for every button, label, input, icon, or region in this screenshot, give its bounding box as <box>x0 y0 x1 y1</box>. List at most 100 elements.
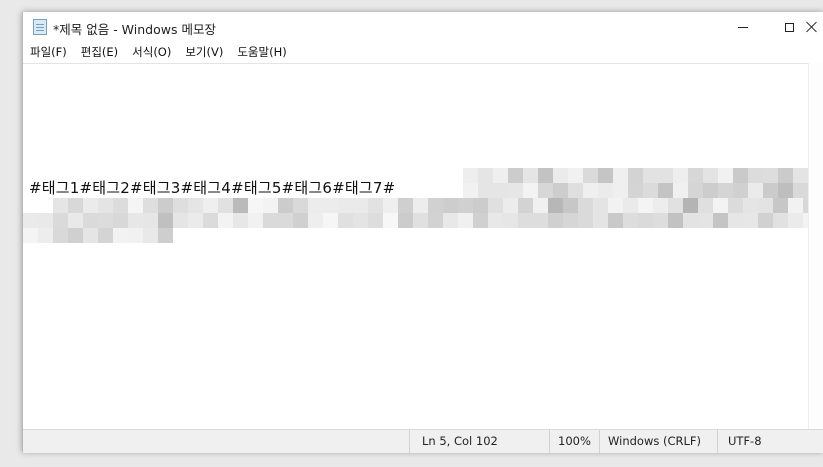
mosaic-block <box>233 213 248 228</box>
cursor-position: Ln 5, Col 102 <box>409 430 549 453</box>
mosaic-block <box>473 213 488 228</box>
mosaic-block <box>613 183 628 198</box>
mosaic-block <box>778 168 793 183</box>
mosaic-block <box>158 228 173 243</box>
mosaic-block <box>518 213 533 228</box>
mosaic-block <box>218 198 233 213</box>
mosaic-block <box>113 198 128 213</box>
mosaic-block <box>698 198 713 213</box>
mosaic-block <box>598 183 613 198</box>
mosaic-block <box>113 228 128 243</box>
mosaic-block <box>728 198 743 213</box>
mosaic-block <box>428 213 443 228</box>
mosaic-block <box>628 168 643 183</box>
mosaic-block <box>128 228 143 243</box>
mosaic-block <box>658 168 673 183</box>
mosaic-block <box>188 198 203 213</box>
menu-help[interactable]: 도움말(H) <box>230 42 293 63</box>
mosaic-block <box>503 198 518 213</box>
mosaic-block <box>293 213 308 228</box>
editor-line: #태그1#태그2#태그3#태그4#태그5#태그6#태그7# <box>29 179 396 197</box>
mosaic-block <box>743 198 758 213</box>
mosaic-block <box>518 198 533 213</box>
vertical-scrollbar[interactable] <box>808 63 823 439</box>
mosaic-block <box>248 213 263 228</box>
mosaic-block <box>293 198 308 213</box>
mosaic-block <box>338 213 353 228</box>
menu-edit[interactable]: 편집(E) <box>74 42 125 63</box>
mosaic-block <box>53 198 68 213</box>
mosaic-block <box>553 183 568 198</box>
mosaic-block <box>718 168 733 183</box>
mosaic-block <box>623 198 638 213</box>
mosaic-block <box>758 198 773 213</box>
mosaic-block <box>368 213 383 228</box>
mosaic-block <box>53 213 68 228</box>
notepad-window: *제목 없음 - Windows 메모장 파일(F) 편집(E) 서식(O) 보… <box>22 12 823 453</box>
title-bar[interactable]: *제목 없음 - Windows 메모장 <box>23 12 823 42</box>
close-icon <box>806 21 818 33</box>
mosaic-block <box>128 213 143 228</box>
mosaic-block <box>248 198 263 213</box>
mosaic-block <box>143 213 158 228</box>
mosaic-block <box>583 183 598 198</box>
mosaic-block <box>793 168 808 183</box>
mosaic-block <box>68 228 83 243</box>
mosaic-block <box>563 213 578 228</box>
mosaic-block <box>68 213 83 228</box>
mosaic-block <box>788 213 803 228</box>
mosaic-block <box>593 198 608 213</box>
mosaic-block <box>113 213 128 228</box>
mosaic-block <box>758 213 773 228</box>
mosaic-block <box>68 198 83 213</box>
mosaic-block <box>443 198 458 213</box>
mosaic-block <box>638 198 653 213</box>
mosaic-block <box>203 198 218 213</box>
mosaic-block <box>493 183 508 198</box>
mosaic-block <box>98 213 113 228</box>
mosaic-block <box>458 198 473 213</box>
notepad-icon <box>33 19 47 35</box>
close-button[interactable] <box>797 12 823 42</box>
menu-format[interactable]: 서식(O) <box>125 42 178 63</box>
mosaic-block <box>713 213 728 228</box>
mosaic-block <box>188 213 203 228</box>
mosaic-block <box>308 213 323 228</box>
mosaic-block <box>383 198 398 213</box>
text-editor[interactable]: #태그1#태그2#태그3#태그4#태그5#태그6#태그7# <box>23 63 808 440</box>
mosaic-block <box>398 213 413 228</box>
mosaic-block <box>578 198 593 213</box>
mosaic-block <box>83 213 98 228</box>
menu-file[interactable]: 파일(F) <box>23 42 74 63</box>
mosaic-block <box>653 198 668 213</box>
mosaic-block <box>323 198 338 213</box>
mosaic-block <box>83 228 98 243</box>
mosaic-block <box>413 198 428 213</box>
mosaic-block <box>608 213 623 228</box>
mosaic-block <box>23 228 38 243</box>
mosaic-block <box>688 168 703 183</box>
mosaic-block <box>713 198 728 213</box>
mosaic-block <box>218 213 233 228</box>
mosaic-block <box>793 183 808 198</box>
mosaic-block <box>443 213 458 228</box>
mosaic-block <box>748 168 763 183</box>
mosaic-block <box>508 183 523 198</box>
status-bar: Ln 5, Col 102 100% Windows (CRLF) UTF-8 <box>23 429 823 453</box>
mosaic-block <box>703 183 718 198</box>
mosaic-block <box>593 213 608 228</box>
mosaic-block <box>158 198 173 213</box>
mosaic-block <box>203 213 218 228</box>
mosaic-block <box>623 213 638 228</box>
mosaic-block <box>733 183 748 198</box>
mosaic-block <box>458 213 473 228</box>
mosaic-block <box>478 183 493 198</box>
mosaic-block <box>278 198 293 213</box>
menu-view[interactable]: 보기(V) <box>178 42 230 63</box>
maximize-icon <box>784 22 794 32</box>
mosaic-block <box>478 168 493 183</box>
minimize-button[interactable] <box>720 12 766 42</box>
mosaic-block <box>548 213 563 228</box>
mosaic-block <box>548 198 563 213</box>
mosaic-block <box>668 213 683 228</box>
